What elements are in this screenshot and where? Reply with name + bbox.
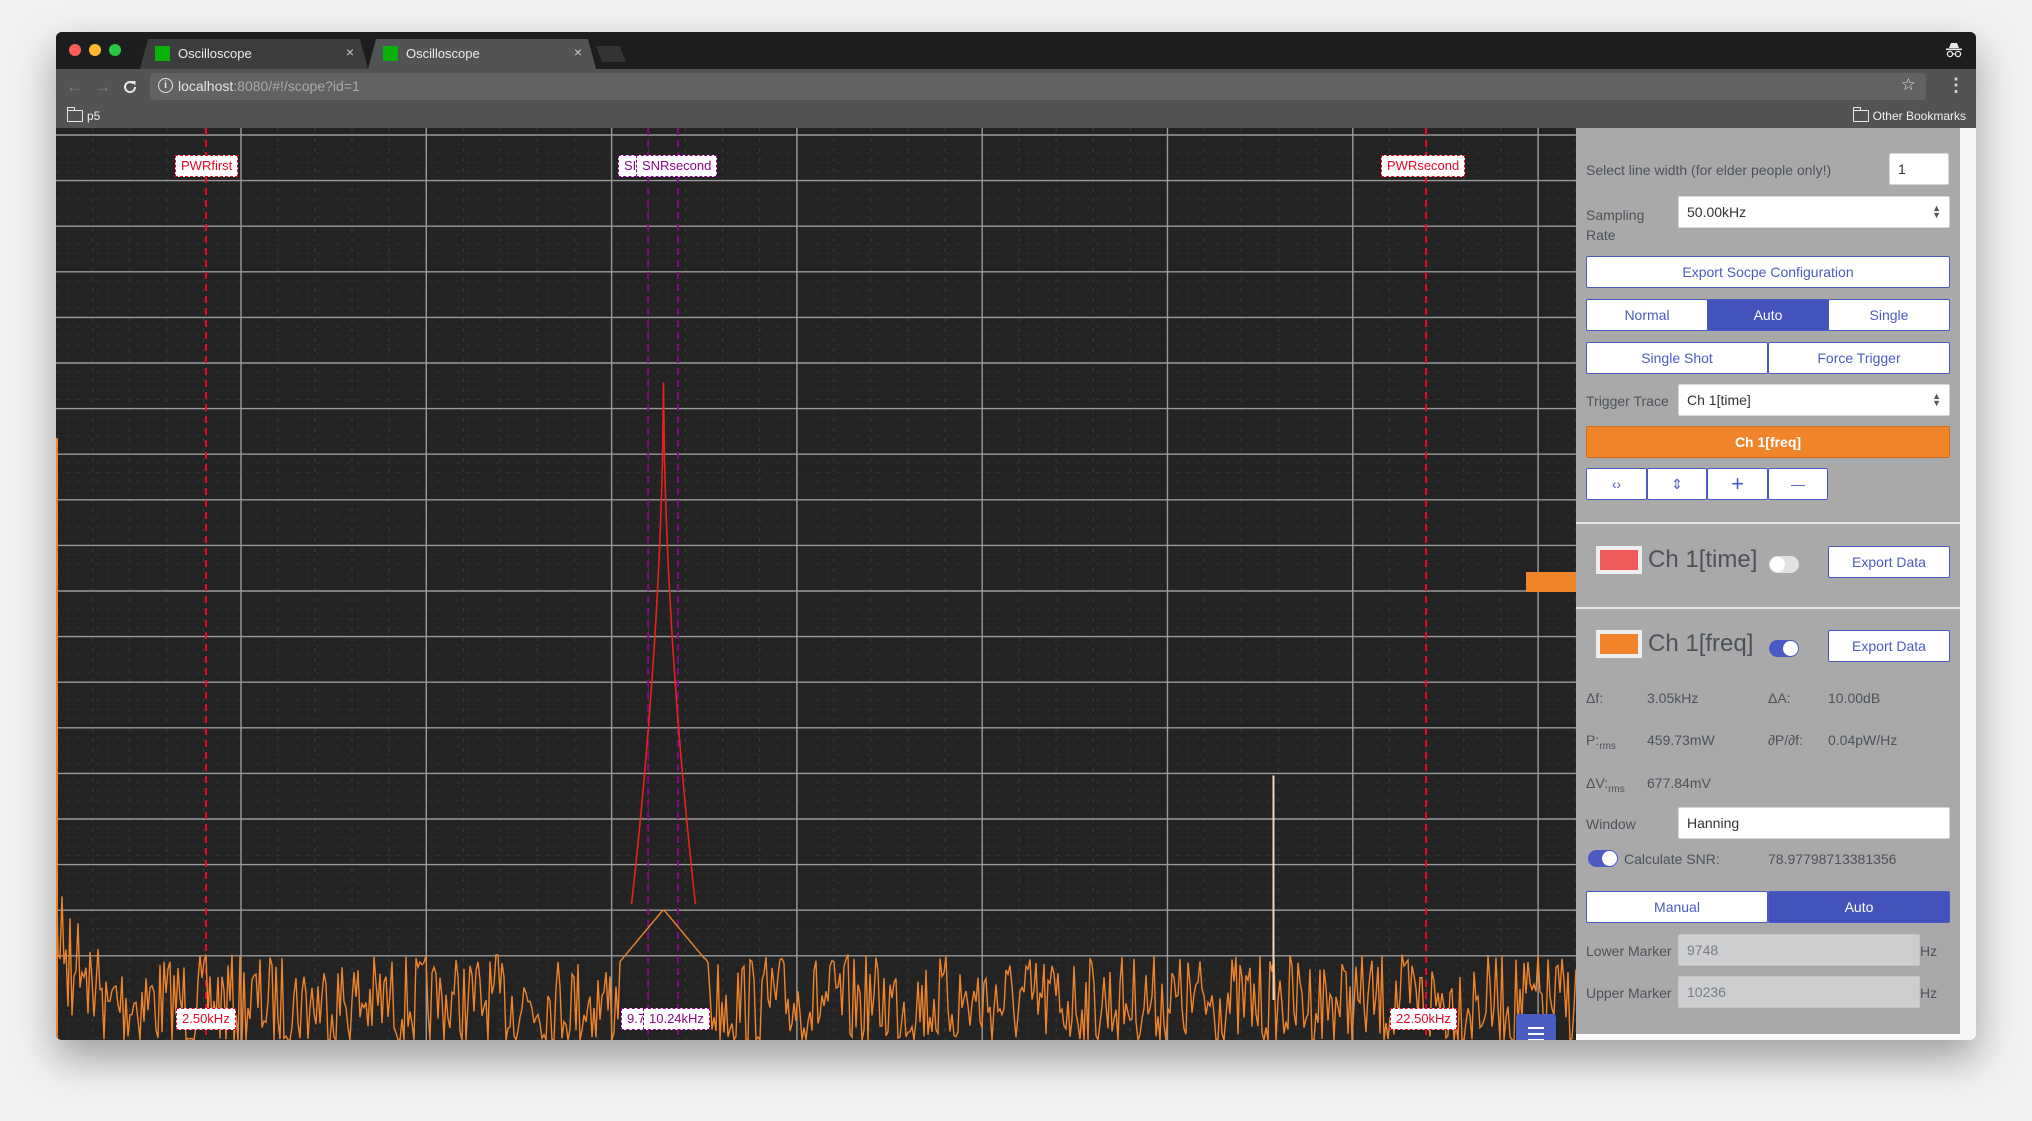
zoom-in-button[interactable]: +	[1707, 468, 1768, 500]
info-icon[interactable]: i	[158, 78, 173, 93]
upper-marker-input[interactable]: 10236	[1678, 976, 1920, 1008]
sampling-rate-label: Sampling Rate	[1586, 207, 1645, 243]
bookmarks-bar: p5 Other Bookmarks	[56, 105, 1976, 128]
calculate-snr-label: Calculate SNR:	[1624, 851, 1720, 867]
snr-second-bottom-label[interactable]: 10.24kHz	[643, 1008, 710, 1030]
tab-close-icon[interactable]: ×	[346, 44, 354, 60]
channel-name-time: Ch 1[time]	[1648, 546, 1758, 573]
arrows-vertical-icon: ⇕	[1671, 476, 1683, 492]
line-width-input[interactable]: 1	[1889, 153, 1949, 185]
pwr-first-bottom-label[interactable]: 2.50kHz	[176, 1008, 236, 1030]
maximize-window-button[interactable]	[109, 44, 121, 56]
trigger-trace-label: Trigger Trace	[1586, 393, 1669, 409]
pwr-second-bottom-label[interactable]: 22.50kHz	[1390, 1008, 1457, 1030]
tab-title: Oscilloscope	[406, 46, 480, 61]
control-panel: Select line width (for elder people only…	[1576, 128, 1960, 1034]
channel-toggle-freq[interactable]	[1769, 640, 1799, 657]
channel-name-freq: Ch 1[freq]	[1648, 630, 1754, 657]
delta-f-value: 3.05kHz	[1647, 690, 1699, 706]
channel-color-swatch-freq[interactable]	[1596, 630, 1642, 658]
arrows-horizontal-icon: ‹›	[1611, 476, 1622, 492]
address-bar: ← → i localhost:8080/#!/scope?id=1 ☆ ⋮	[56, 69, 1976, 105]
snr-mode-manual[interactable]: Manual	[1586, 891, 1768, 923]
select-arrows-icon: ▲ ▼	[1932, 391, 1941, 408]
channel-offset-handle[interactable]	[1526, 572, 1576, 592]
snr-second-top-label[interactable]: SNRsecond	[636, 155, 718, 177]
divider	[1576, 522, 1960, 524]
bookmark-p5[interactable]: p5	[67, 107, 100, 123]
menu-button[interactable]	[1516, 1014, 1556, 1040]
tab-close-icon[interactable]: ×	[574, 44, 582, 60]
pwr-second-top-label[interactable]: PWRsecond	[1381, 155, 1466, 177]
close-window-button[interactable]	[69, 44, 81, 56]
zoom-out-button[interactable]: —	[1768, 468, 1828, 500]
export-data-freq-button[interactable]: Export Data	[1828, 630, 1950, 662]
new-tab-button[interactable]	[596, 46, 626, 62]
delta-a-label: ΔA:	[1768, 690, 1791, 706]
oscilloscope-canvas[interactable]: PWRfirst SI SNRsecond PWRsecond 2.50kHz …	[56, 128, 1576, 1040]
upper-marker-label: Upper Marker	[1586, 985, 1672, 1001]
snr-mode-auto[interactable]: Auto	[1768, 891, 1950, 923]
channel-toggle-time[interactable]	[1769, 556, 1799, 573]
export-data-time-button[interactable]: Export Data	[1828, 546, 1950, 578]
lower-marker-unit: Hz	[1920, 943, 1938, 959]
url-text: localhost:8080/#!/scope?id=1	[178, 78, 360, 94]
spectrum-plot	[56, 128, 1576, 1040]
minimize-window-button[interactable]	[89, 44, 101, 56]
delta-v-rms-value: 677.84mV	[1647, 775, 1711, 791]
tab-title: Oscilloscope	[178, 46, 252, 61]
panel-scrollbar[interactable]	[1960, 128, 1976, 1040]
trigger-mode-auto[interactable]: Auto	[1707, 299, 1829, 331]
browser-window: Oscilloscope × Oscilloscope × ← → i loca…	[56, 32, 1976, 1040]
bookmark-star-icon[interactable]: ☆	[1901, 75, 1916, 95]
lower-marker-label: Lower Marker	[1586, 943, 1672, 959]
p-rms-label: P:rms	[1586, 732, 1616, 752]
active-channel-button[interactable]: Ch 1[freq]	[1586, 426, 1950, 458]
single-shot-button[interactable]: Single Shot	[1586, 342, 1768, 374]
delta-f-label: Δf:	[1586, 690, 1604, 706]
folder-icon	[67, 107, 83, 122]
force-trigger-button[interactable]: Force Trigger	[1768, 342, 1950, 374]
dp-df-label: ∂P/∂f:	[1768, 732, 1803, 748]
back-icon[interactable]: ←	[66, 77, 83, 97]
favicon-icon	[383, 46, 398, 61]
other-bookmarks[interactable]: Other Bookmarks	[1852, 107, 1966, 123]
plus-icon: +	[1731, 471, 1744, 496]
channel-color-swatch-time[interactable]	[1596, 546, 1642, 574]
lower-marker-input[interactable]: 9748	[1678, 934, 1920, 966]
tab-bar: Oscilloscope × Oscilloscope ×	[56, 32, 1976, 69]
trigger-mode-normal[interactable]: Normal	[1586, 299, 1708, 331]
incognito-icon	[1946, 43, 1962, 58]
minus-icon: —	[1791, 476, 1805, 492]
folder-icon	[1852, 107, 1869, 122]
browser-menu-icon[interactable]: ⋮	[1947, 75, 1965, 96]
delta-v-rms-label: ΔV:rms	[1586, 775, 1625, 795]
snr-value: 78.97798713381356	[1768, 851, 1897, 867]
select-arrows-icon: ▲ ▼	[1932, 203, 1941, 220]
forward-icon[interactable]: →	[94, 77, 111, 97]
trigger-trace-select[interactable]: Ch 1[time] ▲ ▼	[1678, 384, 1950, 416]
hamburger-icon	[1528, 1027, 1544, 1029]
dp-df-value: 0.04pW/Hz	[1828, 732, 1898, 748]
trigger-mode-single[interactable]: Single	[1828, 299, 1950, 331]
sampling-rate-select[interactable]: 50.00kHz ▲ ▼	[1678, 196, 1950, 228]
tab-oscilloscope-1[interactable]: Oscilloscope ×	[140, 39, 368, 69]
line-width-label: Select line width (for elder people only…	[1586, 162, 1832, 178]
calculate-snr-toggle[interactable]	[1588, 850, 1618, 867]
vertical-scale-button[interactable]: ⇕	[1647, 468, 1707, 500]
upper-marker-unit: Hz	[1920, 985, 1938, 1001]
delta-a-value: 10.00dB	[1828, 690, 1881, 706]
divider	[1576, 607, 1960, 609]
window-label: Window	[1586, 816, 1636, 832]
favicon-icon	[155, 46, 170, 61]
horizontal-scale-button[interactable]: ‹›	[1586, 468, 1647, 500]
url-input[interactable]: i localhost:8080/#!/scope?id=1 ☆	[150, 73, 1926, 100]
reload-icon[interactable]	[122, 79, 138, 95]
p-rms-value: 459.73mW	[1647, 732, 1715, 748]
tab-oscilloscope-2[interactable]: Oscilloscope ×	[368, 39, 596, 69]
page-content: PWRfirst SI SNRsecond PWRsecond 2.50kHz …	[56, 128, 1976, 1040]
pwr-first-top-label[interactable]: PWRfirst	[175, 155, 239, 177]
window-select[interactable]: Hanning	[1678, 807, 1950, 839]
export-config-button[interactable]: Export Socpe Configuration	[1586, 256, 1950, 288]
